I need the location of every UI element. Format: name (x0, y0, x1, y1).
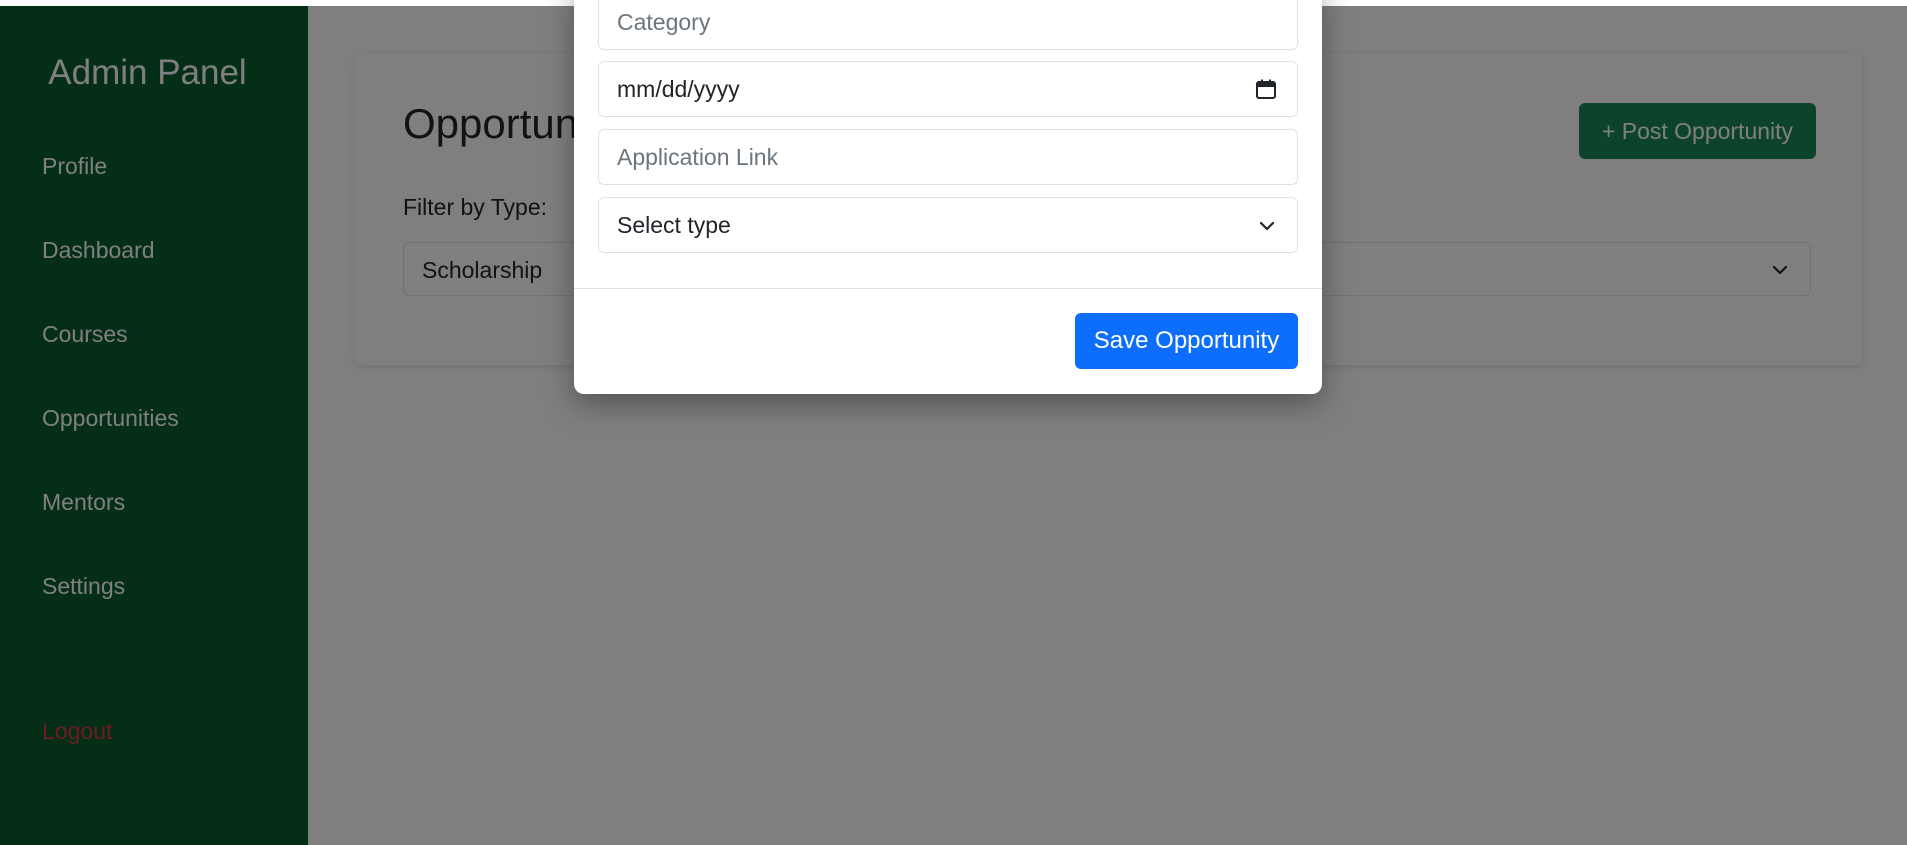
chevron-down-icon (1257, 216, 1277, 241)
type-select-value: Select type (617, 212, 731, 238)
application-link-input[interactable]: Application Link (598, 129, 1298, 185)
category-placeholder: Category (617, 9, 711, 35)
save-opportunity-button[interactable]: Save Opportunity (1075, 313, 1298, 369)
calendar-icon[interactable] (1255, 78, 1277, 105)
modal-footer-divider (574, 288, 1322, 289)
date-placeholder: mm/dd/yyyy (617, 76, 740, 102)
application-link-placeholder: Application Link (617, 144, 779, 170)
deadline-date-input[interactable]: mm/dd/yyyy (598, 61, 1298, 117)
type-select[interactable]: Select type (598, 197, 1298, 253)
post-opportunity-modal: Category mm/dd/yyyy Application Link Sel… (574, 0, 1322, 394)
category-input[interactable]: Category (598, 0, 1298, 50)
